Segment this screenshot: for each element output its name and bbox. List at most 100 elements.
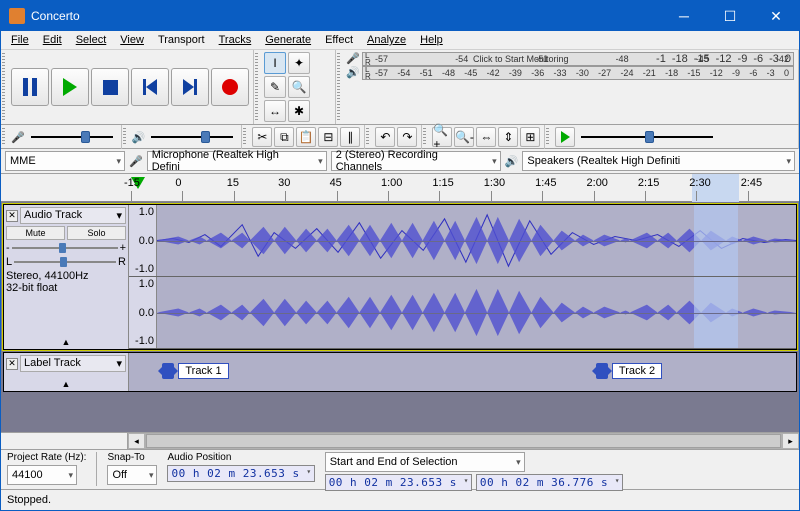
menu-edit[interactable]: Edit: [37, 33, 68, 47]
draw-tool[interactable]: ✎: [264, 76, 286, 98]
rec-channels-select[interactable]: 2 (Stereo) Recording Channels: [331, 151, 501, 171]
play-device-select[interactable]: Speakers (Realtek High Definiti: [522, 151, 795, 171]
playback-speed-slider[interactable]: [577, 130, 717, 144]
fit-selection-button[interactable]: ⇔: [476, 127, 496, 147]
rec-meter-toolbar: LR -57-54-51-48-45-42 Click to Start Mon…: [336, 50, 799, 124]
close-button[interactable]: ✕: [753, 1, 799, 31]
scroll-left-button[interactable]: ◂: [128, 433, 145, 449]
fit-project-button[interactable]: ⇕: [498, 127, 518, 147]
skip-end-button[interactable]: [171, 68, 209, 106]
pan-slider[interactable]: LR: [6, 256, 126, 268]
mute-button[interactable]: Mute: [6, 226, 65, 240]
zoom-toolbar: 🔍+ 🔍- ⇔ ⇕ ⊞: [422, 125, 545, 149]
silence-button[interactable]: ∥: [340, 127, 360, 147]
redo-button[interactable]: ↷: [397, 127, 417, 147]
stop-button[interactable]: [91, 68, 129, 106]
cut-button[interactable]: ✂: [252, 127, 272, 147]
rec-volume-slider[interactable]: [27, 130, 117, 144]
play-at-speed-button[interactable]: [555, 127, 575, 147]
track-close-button[interactable]: ✕: [6, 358, 18, 370]
title-bar: Concerto ─ ☐ ✕: [1, 1, 799, 31]
waveform-area[interactable]: 1.00.0-1.0 1.00.0-1.0: [129, 205, 796, 349]
label-handle-icon[interactable]: [596, 363, 608, 379]
copy-button[interactable]: ⧉: [274, 127, 294, 147]
maximize-button[interactable]: ☐: [707, 1, 753, 31]
collapse-button[interactable]: ▲: [6, 379, 126, 389]
selection-tool[interactable]: I: [264, 52, 286, 74]
menu-transport[interactable]: Transport: [152, 33, 211, 47]
toolbar-row-1: I ✦ ✎ 🔍 ↔ ✱ LR -57-54-51-48-45-42 Click …: [1, 50, 799, 125]
toolbar-row-2: ✂ ⧉ 📋 ⊟ ∥ ↶ ↷ 🔍+ 🔍- ⇔ ⇕ ⊞: [1, 125, 799, 149]
track-name-dropdown[interactable]: Label Track▾: [20, 355, 126, 372]
horizontal-scrollbar[interactable]: ◂ ▸: [1, 432, 799, 449]
play-at-speed-toolbar: [545, 125, 799, 149]
menu-analyze[interactable]: Analyze: [361, 33, 412, 47]
undo-button[interactable]: ↶: [375, 127, 395, 147]
mixer-rec-toolbar: [1, 125, 122, 149]
edit-toolbar: ✂ ⧉ 📋 ⊟ ∥: [242, 125, 365, 149]
selection-toolbar: Project Rate (Hz): 44100 Snap-To Off Aud…: [1, 449, 799, 489]
project-rate-label: Project Rate (Hz):: [7, 452, 86, 463]
envelope-tool[interactable]: ✦: [288, 52, 310, 74]
paste-button[interactable]: 📋: [296, 127, 316, 147]
zoom-tool[interactable]: 🔍: [288, 76, 310, 98]
selection-end-field[interactable]: 00 h 02 m 36.776 s: [476, 474, 623, 491]
menu-generate[interactable]: Generate: [259, 33, 317, 47]
pause-button[interactable]: [11, 68, 49, 106]
menu-view[interactable]: View: [114, 33, 150, 47]
track-close-button[interactable]: ✕: [6, 210, 18, 222]
vertical-scale[interactable]: 1.00.0-1.0: [129, 277, 157, 348]
snap-to-label: Snap-To: [107, 452, 157, 463]
skip-start-button[interactable]: [131, 68, 169, 106]
speaker-icon: [132, 131, 146, 144]
menu-file[interactable]: File: [5, 33, 35, 47]
channel-left: 1.00.0-1.0: [129, 205, 796, 277]
tracks-area: ✕ Audio Track▾ Mute Solo -+ LR Stereo, 4…: [1, 202, 799, 432]
timeline-ruler[interactable]: -1501530451:001:151:301:452:002:152:302:…: [1, 174, 799, 202]
label-marker[interactable]: Track 1: [162, 363, 228, 379]
zoom-toggle-button[interactable]: ⊞: [520, 127, 540, 147]
timeshift-tool[interactable]: ↔: [264, 100, 286, 122]
track-control-panel: ✕ Label Track▾ ▲: [4, 353, 129, 391]
vertical-scale[interactable]: 1.00.0-1.0: [129, 205, 157, 276]
gain-slider[interactable]: -+: [6, 242, 126, 254]
status-text: Stopped.: [7, 494, 51, 506]
mic-icon: [346, 52, 362, 66]
tools-toolbar: I ✦ ✎ 🔍 ↔ ✱: [254, 50, 336, 124]
audio-host-select[interactable]: MME: [5, 151, 125, 171]
zoom-out-button[interactable]: 🔍-: [454, 127, 474, 147]
label-area[interactable]: Track 1 Track 2: [129, 353, 796, 391]
menu-effect[interactable]: Effect: [319, 33, 359, 47]
minimize-button[interactable]: ─: [661, 1, 707, 31]
mixer-play-toolbar: [122, 125, 243, 149]
label-track[interactable]: ✕ Label Track▾ ▲ Track 1 Track 2: [3, 352, 797, 392]
menu-help[interactable]: Help: [414, 33, 449, 47]
zoom-in-button[interactable]: 🔍+: [432, 127, 452, 147]
trim-button[interactable]: ⊟: [318, 127, 338, 147]
track-name-dropdown[interactable]: Audio Track▾: [20, 207, 126, 224]
play-button[interactable]: [51, 68, 89, 106]
label-marker[interactable]: Track 2: [596, 363, 662, 379]
snap-to-select[interactable]: Off: [107, 465, 157, 485]
multi-tool[interactable]: ✱: [288, 100, 310, 122]
track-control-panel: ✕ Audio Track▾ Mute Solo -+ LR Stereo, 4…: [4, 205, 129, 349]
menu-select[interactable]: Select: [70, 33, 113, 47]
menu-tracks[interactable]: Tracks: [213, 33, 258, 47]
rec-device-select[interactable]: Microphone (Realtek High Defini: [147, 151, 327, 171]
device-toolbar: MME Microphone (Realtek High Defini 2 (S…: [1, 149, 799, 174]
audio-track[interactable]: ✕ Audio Track▾ Mute Solo -+ LR Stereo, 4…: [3, 204, 797, 350]
menu-bar: File Edit Select View Transport Tracks G…: [1, 31, 799, 50]
scroll-right-button[interactable]: ▸: [782, 433, 799, 449]
rec-meter[interactable]: LR -57-54-51-48-45-42 Click to Start Mon…: [362, 52, 794, 66]
play-volume-slider[interactable]: [147, 130, 237, 144]
record-button[interactable]: [211, 68, 249, 106]
solo-button[interactable]: Solo: [67, 226, 126, 240]
app-icon: [9, 8, 25, 24]
audio-position-field[interactable]: 00 h 02 m 23.653 s: [167, 465, 314, 482]
collapse-button[interactable]: ▲: [6, 337, 126, 347]
label-handle-icon[interactable]: [162, 363, 174, 379]
selection-start-field[interactable]: 00 h 02 m 23.653 s: [325, 474, 472, 491]
project-rate-select[interactable]: 44100: [7, 465, 77, 485]
selection-mode-select[interactable]: Start and End of Selection: [325, 452, 525, 472]
play-meter[interactable]: LR -57-54-51-48-45-42-39-36-33-30-27-24-…: [362, 66, 794, 80]
